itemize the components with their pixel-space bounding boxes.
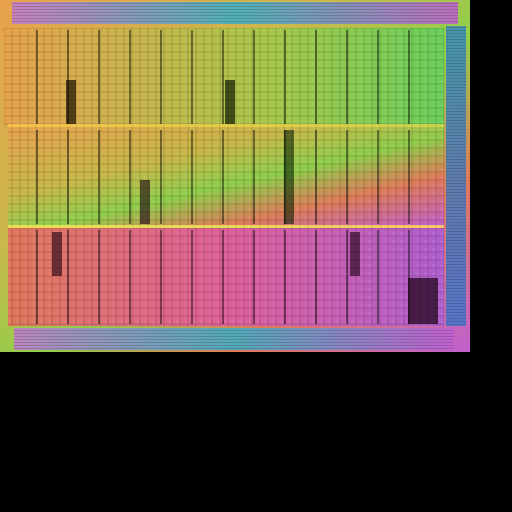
tile-channel xyxy=(284,230,286,324)
tile-channel xyxy=(129,30,131,124)
tile-channel xyxy=(346,30,348,124)
tile-channel xyxy=(160,130,162,224)
tile-channel xyxy=(129,130,131,224)
tile-channel xyxy=(67,130,69,224)
die-photo xyxy=(0,0,512,512)
tile-channel xyxy=(98,130,100,224)
tile-channel xyxy=(98,230,100,324)
tile-channel xyxy=(377,130,379,224)
tile-channel xyxy=(222,130,224,224)
tile-channel xyxy=(36,130,38,224)
tile-channel xyxy=(315,230,317,324)
tile-channel xyxy=(160,30,162,124)
tile-channel xyxy=(346,130,348,224)
tile-channel xyxy=(98,30,100,124)
tile-channel xyxy=(222,230,224,324)
tile-channel xyxy=(253,30,255,124)
tile-channel xyxy=(377,30,379,124)
tile-channel xyxy=(36,230,38,324)
tile-channel xyxy=(191,30,193,124)
tile-channel xyxy=(191,230,193,324)
tile-channel xyxy=(67,230,69,324)
tile-channel xyxy=(377,230,379,324)
tile-channel xyxy=(315,30,317,124)
tile-channel xyxy=(253,230,255,324)
tile-channel xyxy=(36,30,38,124)
tile-channel xyxy=(346,230,348,324)
tile-channel xyxy=(253,130,255,224)
tile-channel xyxy=(284,30,286,124)
tile-channel xyxy=(160,230,162,324)
tile-channel xyxy=(129,230,131,324)
tile-channel xyxy=(408,130,410,224)
tile-channel xyxy=(315,130,317,224)
tile-channel xyxy=(191,130,193,224)
tile-channel xyxy=(222,30,224,124)
tile-channel xyxy=(408,30,410,124)
